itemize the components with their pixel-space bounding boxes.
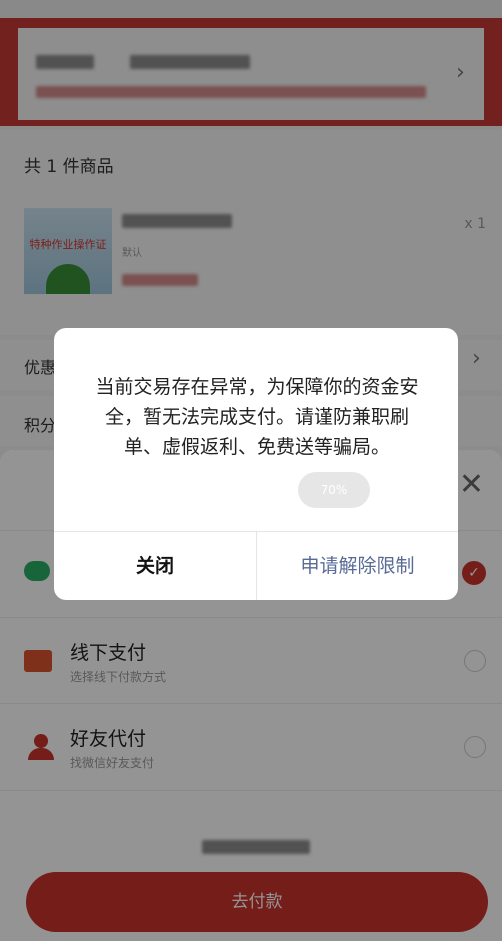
progress-toast: 70% — [298, 472, 370, 508]
apply-unrestrict-button[interactable]: 申请解除限制 — [257, 532, 458, 600]
risk-warning-dialog: 当前交易存在异常，为保障你的资金安全，暂无法完成支付。请谨防兼职刷单、虚假返利、… — [54, 328, 458, 600]
close-button[interactable]: 关闭 — [54, 532, 256, 600]
dialog-message: 当前交易存在异常，为保障你的资金安全，暂无法完成支付。请谨防兼职刷单、虚假返利、… — [95, 376, 419, 458]
